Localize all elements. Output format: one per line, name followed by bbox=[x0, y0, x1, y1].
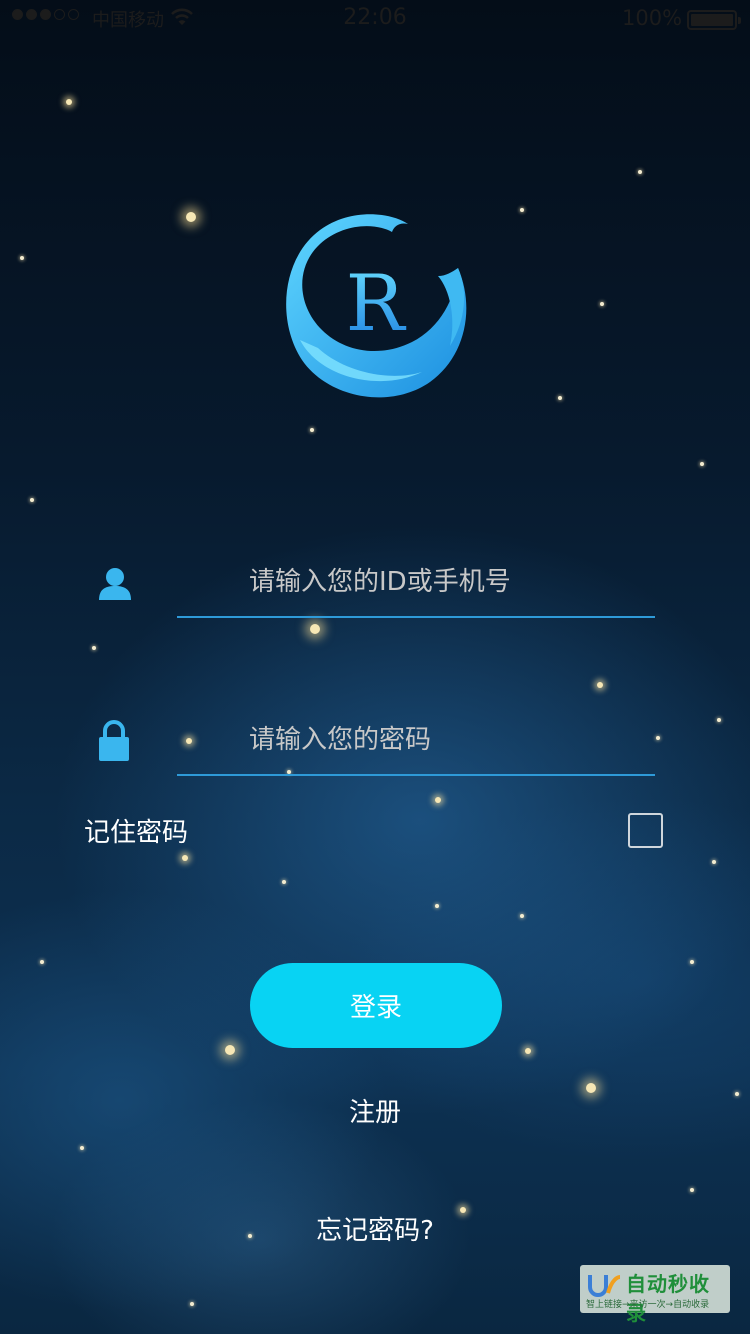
password-input[interactable] bbox=[177, 706, 655, 776]
account-input[interactable] bbox=[177, 548, 655, 618]
watermark-badge: 自动秒收录 智上链接→来访一次→自动收录 bbox=[580, 1265, 730, 1325]
login-button[interactable]: 登录 bbox=[250, 963, 502, 1048]
forgot-password-link: 忘记密码? bbox=[0, 1210, 750, 1247]
user-icon bbox=[99, 568, 131, 600]
lock-icon bbox=[99, 720, 129, 761]
remember-password-label: 记住密码 bbox=[84, 818, 189, 848]
app-logo: R bbox=[286, 214, 467, 398]
battery-icon bbox=[687, 10, 741, 30]
forgot-password-label[interactable]: 忘记密码? bbox=[316, 1216, 434, 1246]
register-link: 注册 bbox=[0, 1092, 750, 1129]
password-row bbox=[90, 706, 660, 786]
watermark-logo-icon bbox=[588, 1275, 621, 1297]
status-bar: 中国移动 22:06 100% bbox=[0, 0, 750, 40]
account-row bbox=[90, 548, 660, 628]
logo-letter: R bbox=[346, 259, 407, 349]
remember-password-checkbox[interactable] bbox=[628, 813, 663, 848]
battery-percentage: 100% bbox=[622, 6, 683, 30]
watermark-subtitle: 智上链接→来访一次→自动收录 bbox=[586, 1300, 710, 1310]
register-label[interactable]: 注册 bbox=[349, 1098, 401, 1128]
